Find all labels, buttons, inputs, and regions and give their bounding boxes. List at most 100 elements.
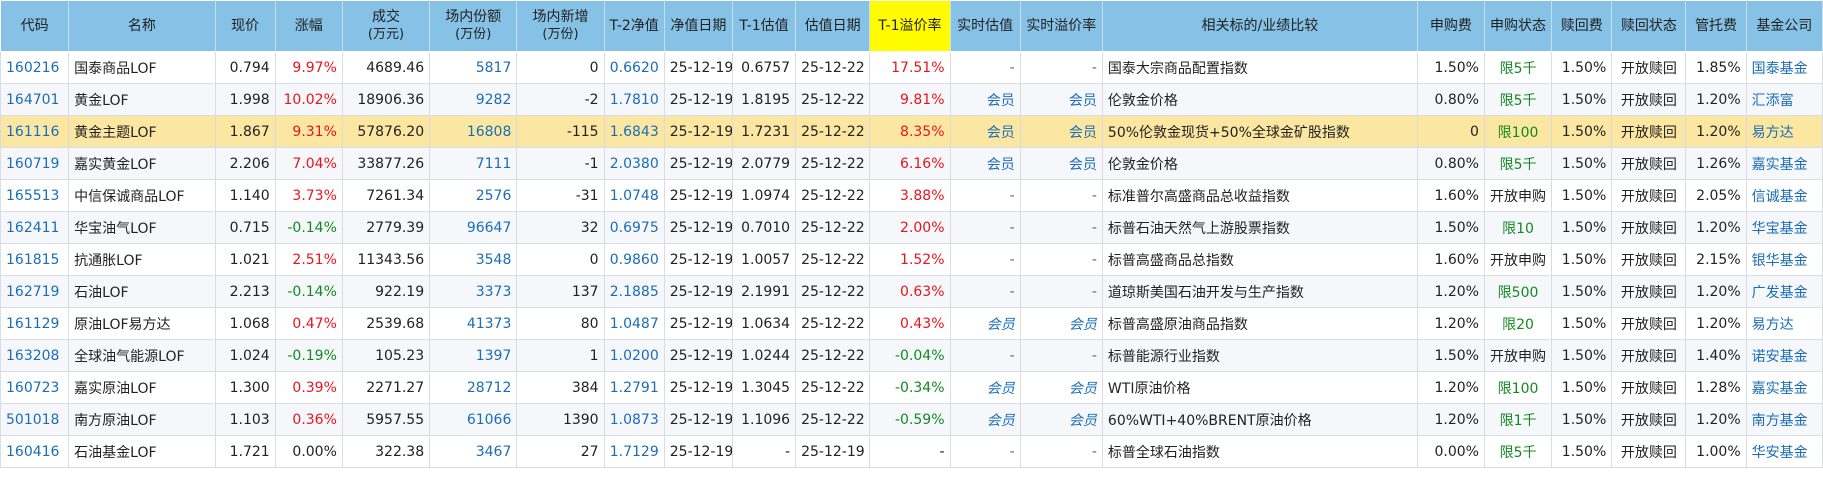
fund-company-link[interactable]: 国泰基金	[1745, 51, 1823, 84]
table-row[interactable]: 160723 嘉实原油LOF 1.300 0.39% 2271.27 28712 384 1.…	[0, 371, 1823, 404]
column-header-nav-t2[interactable]: T-2净值	[603, 0, 665, 52]
nav-t2-link[interactable]: 1.2791	[603, 371, 665, 404]
realtime-premium-member-link[interactable]: 会员	[1019, 307, 1103, 340]
table-row[interactable]: 161116 黄金主题LOF 1.867 9.31% 57876.20 16808 -115…	[0, 115, 1823, 148]
nav-t2-link[interactable]: 2.1885	[603, 275, 665, 308]
fund-company-link[interactable]: 南方基金	[1745, 403, 1823, 436]
table-row[interactable]: 160719 嘉实黄金LOF 2.206 7.04% 33877.26 7111 -1 2.0…	[0, 147, 1823, 180]
fund-company-link[interactable]: 易方达	[1745, 115, 1823, 148]
realtime-est-member-link[interactable]: 会员	[949, 403, 1021, 436]
table-row[interactable]: 163208 全球油气能源LOF 1.024 -0.19% 105.23 1397 1 1.0…	[0, 339, 1823, 372]
realtime-premium-member-link[interactable]: 会员	[1019, 83, 1103, 116]
fund-company-link[interactable]: 诺安基金	[1745, 339, 1823, 372]
column-header-nav-date[interactable]: 净值日期	[663, 0, 733, 52]
fund-code-link[interactable]: 160723	[0, 371, 70, 404]
shares-link[interactable]: 3467	[429, 435, 518, 468]
subscription-status: 限20	[1483, 307, 1553, 340]
est-date: 25-12-22	[795, 179, 871, 212]
column-header-code[interactable]: 代码	[0, 0, 70, 52]
fund-company-link[interactable]: 银华基金	[1745, 243, 1823, 276]
column-header-benchmark[interactable]: 相关标的/业绩比较	[1101, 0, 1418, 52]
column-header-red-fee[interactable]: 赎回费	[1551, 0, 1613, 52]
shares-link[interactable]: 96647	[429, 211, 518, 244]
fund-code-link[interactable]: 161815	[0, 243, 70, 276]
realtime-premium-member-link[interactable]: 会员	[1019, 115, 1103, 148]
fund-code-link[interactable]: 160719	[0, 147, 70, 180]
column-header-volume[interactable]: 成交 (万元)	[341, 0, 431, 52]
column-header-rt-premium[interactable]: 实时溢价率	[1019, 0, 1103, 52]
nav-t2-link[interactable]: 1.7810	[603, 83, 665, 116]
nav-t2-link[interactable]: 1.0748	[603, 179, 665, 212]
nav-t2-link[interactable]: 0.9860	[603, 243, 665, 276]
fund-code-link[interactable]: 501018	[0, 403, 70, 436]
table-row[interactable]: 165513 中信保诚商品LOF 1.140 3.73% 7261.34 2576 -31 1…	[0, 179, 1823, 212]
nav-t2-link[interactable]: 1.0487	[603, 307, 665, 340]
column-header-sub-fee[interactable]: 申购费	[1416, 0, 1485, 52]
column-header-premium-t1[interactable]: T-1溢价率	[869, 0, 951, 52]
shares-link[interactable]: 1397	[429, 339, 518, 372]
realtime-premium-member-link[interactable]: 会员	[1019, 147, 1103, 180]
shares-link[interactable]: 2576	[429, 179, 518, 212]
nav-t2-link[interactable]: 1.0873	[603, 403, 665, 436]
column-header-mgmt-fee[interactable]: 管托费	[1685, 0, 1747, 52]
column-header-rt-est[interactable]: 实时估值	[949, 0, 1021, 52]
fund-code-link[interactable]: 162411	[0, 211, 70, 244]
nav-t2-link[interactable]: 1.6843	[603, 115, 665, 148]
fund-company-link[interactable]: 华宝基金	[1745, 211, 1823, 244]
nav-t2-link[interactable]: 2.0380	[603, 147, 665, 180]
fund-code-link[interactable]: 160216	[0, 51, 70, 84]
fund-company-link[interactable]: 汇添富	[1745, 83, 1823, 116]
column-header-est-date[interactable]: 估值日期	[795, 0, 871, 52]
nav-t2-link[interactable]: 1.0200	[603, 339, 665, 372]
column-header-name[interactable]: 名称	[68, 0, 216, 52]
realtime-est-member-link[interactable]: 会员	[949, 307, 1021, 340]
fund-company-link[interactable]: 嘉实基金	[1745, 147, 1823, 180]
shares-link[interactable]: 41373	[429, 307, 518, 340]
fund-code-link[interactable]: 161129	[0, 307, 70, 340]
column-header-est-t1[interactable]: T-1估值	[731, 0, 797, 52]
shares-link[interactable]: 9282	[429, 83, 518, 116]
table-row[interactable]: 162719 石油LOF 2.213 -0.14% 922.19 3373 137 2.188…	[0, 275, 1823, 308]
column-header-price[interactable]: 现价	[214, 0, 276, 52]
column-header-new-shares[interactable]: 场内新增 (万份)	[516, 0, 605, 52]
realtime-est-member-link[interactable]: 会员	[949, 115, 1021, 148]
realtime-est-member-link[interactable]: 会员	[949, 147, 1021, 180]
column-header-sub-status[interactable]: 申购状态	[1483, 0, 1553, 52]
table-row[interactable]: 161129 原油LOF易方达 1.068 0.47% 2539.68 41373 80 1.…	[0, 307, 1823, 340]
fund-code-link[interactable]: 163208	[0, 339, 70, 372]
shares-link[interactable]: 5817	[429, 51, 518, 84]
nav-t2-link[interactable]: 0.6620	[603, 51, 665, 84]
fund-code-link[interactable]: 161116	[0, 115, 70, 148]
realtime-est-member-link[interactable]: 会员	[949, 83, 1021, 116]
shares-link[interactable]: 28712	[429, 371, 518, 404]
fund-company-link[interactable]: 广发基金	[1745, 275, 1823, 308]
shares-link[interactable]: 7111	[429, 147, 518, 180]
table-row[interactable]: 161815 抗通胀LOF 1.021 2.51% 11343.56 3548 0 0.986…	[0, 243, 1823, 276]
nav-t2-link[interactable]: 0.6975	[603, 211, 665, 244]
fund-company-link[interactable]: 嘉实基金	[1745, 371, 1823, 404]
column-header-red-status[interactable]: 赎回状态	[1611, 0, 1687, 52]
table-row[interactable]: 164701 黄金LOF 1.998 10.02% 18906.36 9282 -2 1.78…	[0, 83, 1823, 116]
shares-link[interactable]: 16808	[429, 115, 518, 148]
table-row[interactable]: 501018 南方原油LOF 1.103 0.36% 5957.55 61066 1390 1…	[0, 403, 1823, 436]
fund-company-link[interactable]: 易方达	[1745, 307, 1823, 340]
column-header-change[interactable]: 涨幅	[274, 0, 343, 52]
shares-link[interactable]: 3548	[429, 243, 518, 276]
column-header-shares[interactable]: 场内份额 (万份)	[429, 0, 518, 52]
fund-code-link[interactable]: 164701	[0, 83, 70, 116]
table-row[interactable]: 160416 石油基金LOF 1.721 0.00% 322.38 3467 27 1.712…	[0, 435, 1823, 468]
fund-code-link[interactable]: 165513	[0, 179, 70, 212]
table-row[interactable]: 162411 华宝油气LOF 0.715 -0.14% 2779.39 96647 32 0.…	[0, 211, 1823, 244]
realtime-premium-member-link[interactable]: 会员	[1019, 371, 1103, 404]
fund-code-link[interactable]: 160416	[0, 435, 70, 468]
fund-company-link[interactable]: 信诚基金	[1745, 179, 1823, 212]
fund-code-link[interactable]: 162719	[0, 275, 70, 308]
column-header-company[interactable]: 基金公司	[1745, 0, 1823, 52]
nav-t2-link[interactable]: 1.7129	[603, 435, 665, 468]
realtime-premium-member-link[interactable]: 会员	[1019, 403, 1103, 436]
realtime-est-member-link[interactable]: 会员	[949, 371, 1021, 404]
shares-link[interactable]: 3373	[429, 275, 518, 308]
fund-company-link[interactable]: 华安基金	[1745, 435, 1823, 468]
table-row[interactable]: 160216 国泰商品LOF 0.794 9.97% 4689.46 5817 0 0.662…	[0, 51, 1823, 84]
shares-link[interactable]: 61066	[429, 403, 518, 436]
